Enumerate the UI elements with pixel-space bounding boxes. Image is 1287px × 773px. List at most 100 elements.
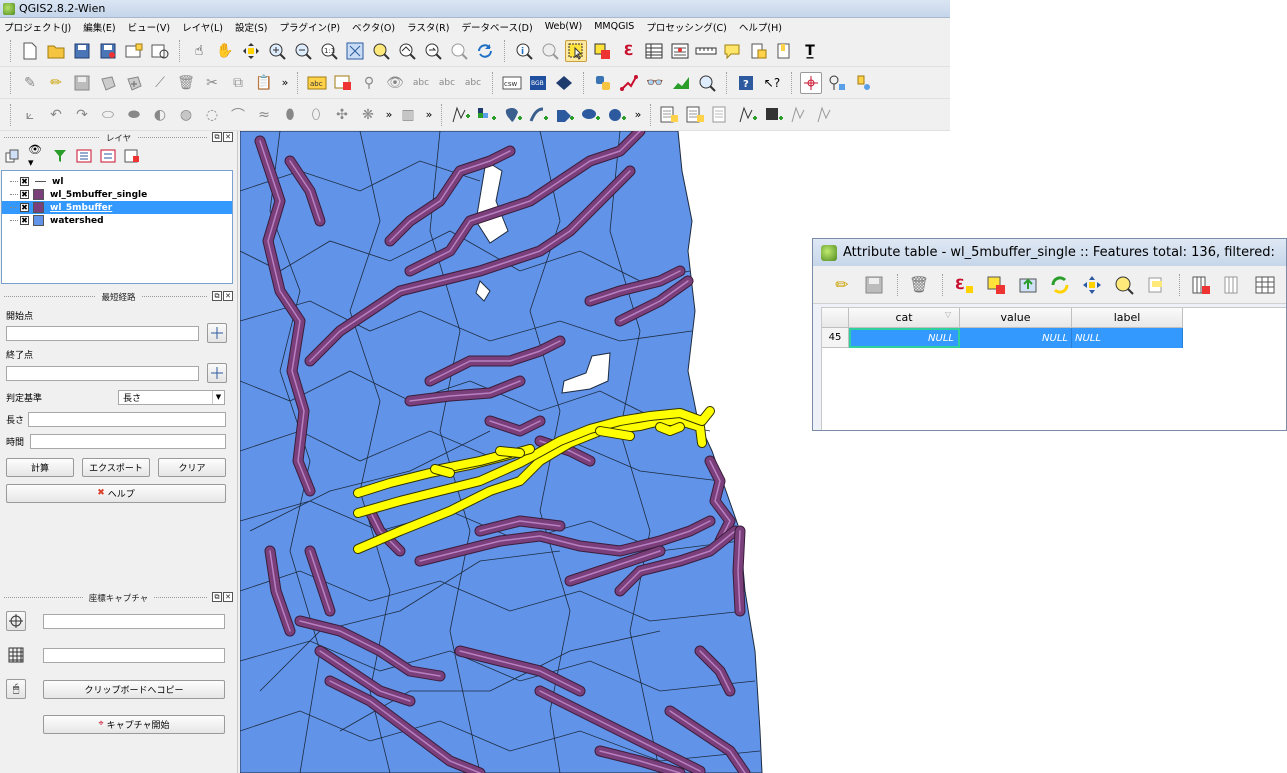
select-features-icon[interactable] <box>565 39 587 62</box>
close-panel-icon[interactable]: ✕ <box>223 592 233 602</box>
zoom-to-selected-icon[interactable] <box>1111 272 1137 298</box>
add-feature-icon[interactable] <box>97 72 119 94</box>
python-console-icon[interactable] <box>592 72 614 94</box>
coordinate-capture-panel-header[interactable]: 座標キャプチャ ⧉ ✕ <box>0 591 237 604</box>
track-mouse-button[interactable]: 🖱 <box>6 679 26 699</box>
openlayers-icon[interactable] <box>553 72 575 94</box>
menu-processing[interactable]: プロセッシング(C) <box>646 20 727 34</box>
simplify-feature-icon[interactable]: ⬮ <box>279 104 301 126</box>
menu-mmqgis[interactable]: MMQGIS <box>594 21 634 32</box>
expand-all-icon[interactable] <box>76 148 92 164</box>
split-parts-icon[interactable]: ✣ <box>331 104 353 126</box>
current-edits-icon[interactable]: ✎ <box>19 72 41 94</box>
toolbar-overflow-3b[interactable]: » <box>423 108 435 121</box>
new-column-icon[interactable] <box>1220 272 1246 298</box>
menu-layer[interactable]: レイヤ(L) <box>182 20 223 34</box>
toggle-editing-icon[interactable]: ✏ <box>829 272 855 298</box>
refresh-icon[interactable] <box>474 40 496 62</box>
float-panel-icon[interactable]: ⧉ <box>212 291 222 301</box>
add-ring-icon[interactable]: ⬭ <box>97 104 119 126</box>
new-shapefile-layer-icon[interactable] <box>659 104 681 126</box>
add-virtual-layer-icon[interactable] <box>815 104 837 126</box>
move-label-icon[interactable]: abc <box>410 72 432 94</box>
menu-edit[interactable]: 編集(E) <box>83 20 115 34</box>
layer-visibility-checkbox[interactable]: ✖ <box>20 203 29 212</box>
copy-rows-icon[interactable] <box>1143 272 1169 298</box>
criterion-select[interactable]: 長さ ▼ <box>118 389 225 405</box>
table-row[interactable]: 45 NULL NULL NULL <box>822 328 1286 348</box>
add-oracle-layer-icon[interactable] <box>580 104 602 126</box>
road-graph-icon[interactable] <box>618 72 640 94</box>
composer-manager-icon[interactable] <box>149 40 171 62</box>
map-crs-coordinate-field[interactable] <box>43 613 225 629</box>
new-bookmark-icon[interactable] <box>747 40 769 62</box>
new-temporary-layer-icon[interactable] <box>711 104 733 126</box>
paste-features-icon[interactable]: 📋 <box>253 72 275 94</box>
end-point-input[interactable] <box>6 365 199 381</box>
pan-to-selected-icon[interactable] <box>1079 272 1105 298</box>
show-hide-labels-icon[interactable]: 👁 <box>384 72 406 94</box>
advanced-digitize-icon[interactable]: ⟀ <box>19 104 41 126</box>
zoom-to-layer-icon[interactable] <box>396 40 418 62</box>
menu-vector[interactable]: ベクタ(O) <box>352 20 395 34</box>
zoom-native-resolution-icon[interactable]: 1:1 <box>318 40 340 62</box>
open-project-icon[interactable] <box>45 40 67 62</box>
filter-legend-icon[interactable] <box>52 148 68 164</box>
start-point-input[interactable] <box>6 325 199 341</box>
csw-icon[interactable]: csw <box>501 72 523 94</box>
deselect-all-icon[interactable] <box>983 272 1009 298</box>
menu-raster[interactable]: ラスタ(R) <box>407 20 449 34</box>
layer-item-watershed[interactable]: ✖ watershed <box>2 214 232 227</box>
coordinate-capture-tool-icon[interactable] <box>800 71 822 94</box>
cell-label[interactable]: NULL <box>1072 328 1183 348</box>
binoculars-icon[interactable]: 👓 <box>644 72 666 94</box>
pick-end-point-button[interactable] <box>207 363 227 383</box>
save-project-icon[interactable] <box>71 40 93 62</box>
identify-features-icon[interactable]: i <box>513 40 535 62</box>
whats-this-icon[interactable]: ↖? <box>761 72 783 94</box>
zoom-full-icon[interactable] <box>344 40 366 62</box>
calculate-button[interactable]: 計算 <box>6 457 74 477</box>
open-field-calculator-icon[interactable] <box>1252 272 1278 298</box>
rotate-label-icon[interactable]: abc <box>436 72 458 94</box>
add-wcs-layer-icon[interactable] <box>789 104 811 126</box>
gps-tool-icon[interactable] <box>852 72 874 94</box>
add-postgis-layer-icon[interactable] <box>502 104 524 126</box>
show-bookmarks-icon[interactable] <box>773 40 795 62</box>
node-tool-icon[interactable]: ⟋ <box>149 72 171 94</box>
cell-value[interactable]: NULL <box>960 328 1072 348</box>
map-render[interactable] <box>240 131 950 773</box>
export-button[interactable]: エクスポート <box>82 457 150 477</box>
cell-cat[interactable]: NULL <box>849 328 960 348</box>
action-icon[interactable] <box>539 40 561 62</box>
label-highlight-icon[interactable] <box>332 72 354 94</box>
column-header-cat[interactable]: cat ▽ <box>849 308 960 328</box>
menu-project[interactable]: プロジェクト(J) <box>4 20 71 34</box>
cut-features-icon[interactable]: ✂ <box>201 72 223 94</box>
corner-header[interactable] <box>822 308 849 328</box>
toggle-editing-icon[interactable]: ✏ <box>45 72 67 94</box>
new-print-composer-icon[interactable] <box>123 40 145 62</box>
statistical-summary-icon[interactable] <box>669 40 691 62</box>
custom-crs-coordinate-field[interactable] <box>43 647 225 663</box>
delete-selected-icon[interactable]: 🗑 <box>175 72 197 94</box>
row-header[interactable]: 45 <box>822 328 849 348</box>
field-calculator-icon[interactable]: ℇ <box>617 40 639 62</box>
float-panel-icon[interactable]: ⧉ <box>212 592 222 602</box>
layer-item-wl[interactable]: ✖ wl <box>2 175 232 188</box>
crs-select-button[interactable] <box>6 611 26 631</box>
layer-styling-icon[interactable] <box>4 148 20 164</box>
menu-web[interactable]: Web(W) <box>545 21 583 32</box>
help-contents-icon[interactable]: ? <box>735 72 757 94</box>
close-panel-icon[interactable]: ✕ <box>223 132 233 142</box>
pin-labels-icon[interactable]: ⚲ <box>358 72 380 94</box>
align-icon[interactable]: ▥ <box>397 104 419 126</box>
toolbar-grip-2[interactable] <box>10 71 16 94</box>
remove-layer-icon[interactable] <box>124 148 140 164</box>
pan-to-selection-icon[interactable] <box>240 40 262 62</box>
measure-line-icon[interactable] <box>695 40 717 62</box>
help-button[interactable]: ✖ ヘルプ <box>6 483 226 503</box>
reshape-features-icon[interactable]: ⌒ <box>227 104 249 126</box>
menu-view[interactable]: ビュー(V) <box>128 20 170 34</box>
shortest-path-panel-header[interactable]: 最短経路 ⧉ ✕ <box>0 290 237 303</box>
